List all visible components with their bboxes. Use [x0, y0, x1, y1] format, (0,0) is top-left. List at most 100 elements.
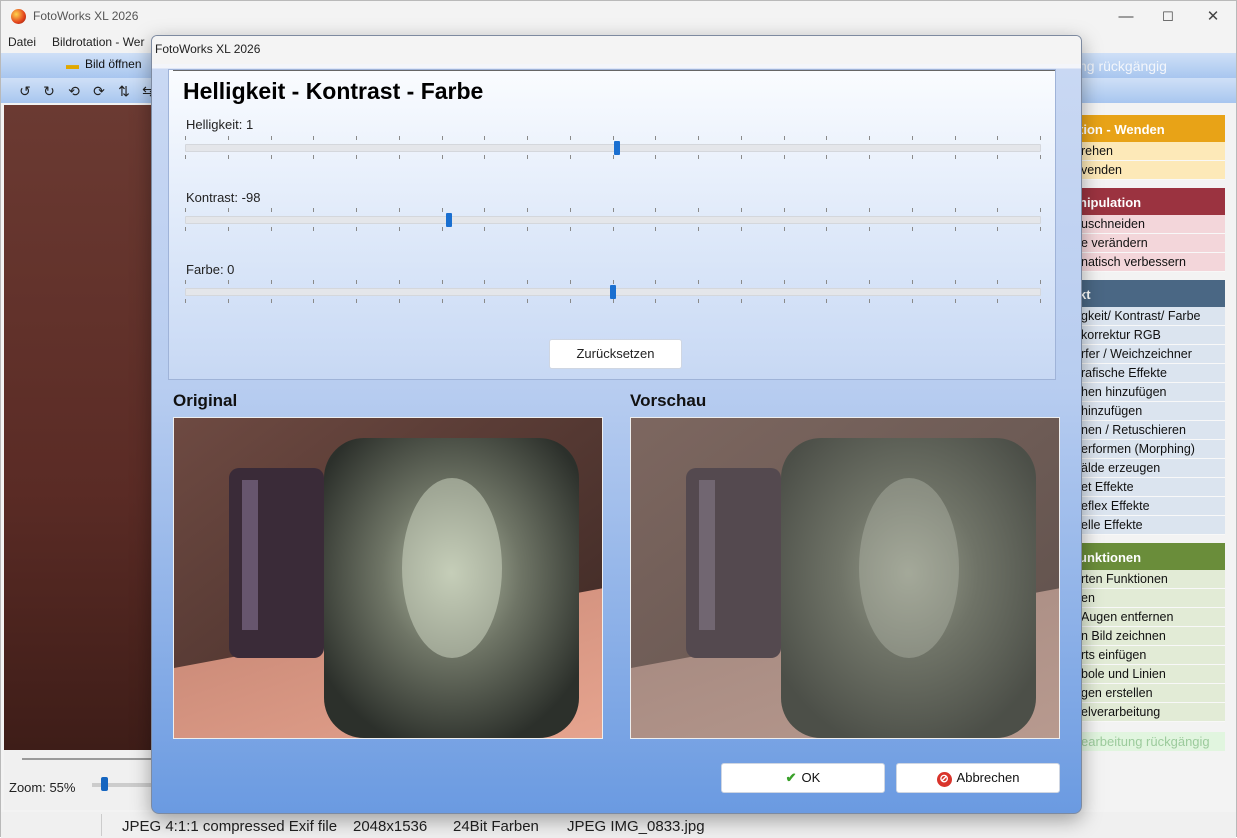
horizontal-scrollbar[interactable]: [22, 758, 154, 760]
slider-tick: [527, 227, 528, 231]
slider-tick: [442, 155, 443, 159]
sidebar-item[interactable]: rfer / Weichzeichner: [1071, 345, 1225, 364]
sidebar-item[interactable]: rafische Effekte: [1071, 364, 1225, 383]
contrast-label: Kontrast: -98: [186, 190, 261, 205]
slider-tick: [271, 136, 272, 140]
flip-icon[interactable]: ⇅: [115, 82, 133, 100]
slider-tick: [869, 280, 870, 284]
open-image-button[interactable]: Bild öffnen: [85, 57, 142, 71]
slider-tick: [442, 280, 443, 284]
sidebar-item[interactable]: en: [1071, 589, 1225, 608]
sidebar-item[interactable]: et Effekte: [1071, 478, 1225, 497]
slider-tick: [313, 280, 314, 284]
sidebar-undo-item[interactable]: earbeitung rückgängig: [1071, 732, 1225, 751]
slider-tick: [484, 136, 485, 140]
slider-tick: [741, 299, 742, 303]
slider-tick: [442, 136, 443, 140]
slider-tick: [570, 155, 571, 159]
rotate-cw-icon[interactable]: ⟳: [90, 82, 108, 100]
status-file: JPEG IMG_0833.jpg: [567, 818, 705, 835]
window-title: FotoWorks XL 2026: [33, 9, 139, 23]
rotate-right-icon[interactable]: ↻: [40, 82, 58, 100]
slider-tick: [185, 155, 186, 159]
slider-tick: [698, 155, 699, 159]
sidebar-item[interactable]: nen / Retuschieren: [1071, 421, 1225, 440]
sidebar-item[interactable]: korrektur RGB: [1071, 326, 1225, 345]
image-canvas: [4, 105, 154, 750]
sidebar-section-header[interactable]: unktionen: [1071, 543, 1225, 570]
slider-tick: [313, 299, 314, 303]
menu-datei[interactable]: Datei: [8, 35, 36, 49]
brightness-slider-thumb[interactable]: [614, 141, 620, 155]
slider-tick: [826, 208, 827, 212]
sidebar-item[interactable]: gen erstellen: [1071, 684, 1225, 703]
maximize-button[interactable]: ☐: [1146, 5, 1190, 29]
menu-bildrotation[interactable]: Bildrotation - Wer: [52, 35, 144, 49]
sidebar-item[interactable]: hen hinzufügen: [1071, 383, 1225, 402]
slider-tick: [741, 155, 742, 159]
slider-tick: [955, 227, 956, 231]
color-label: Farbe: 0: [186, 262, 235, 277]
undo-button[interactable]: ng rückgängig: [1079, 58, 1167, 74]
slider-tick: [356, 208, 357, 212]
slider-tick: [912, 227, 913, 231]
sidebar-item[interactable]: elverarbeitung: [1071, 703, 1225, 722]
slider-tick: [698, 280, 699, 284]
sidebar-item[interactable]: Augen entfernen: [1071, 608, 1225, 627]
slider-tick: [527, 299, 528, 303]
contrast-slider-thumb[interactable]: [446, 213, 452, 227]
slider-tick: [826, 155, 827, 159]
slider-tick: [271, 280, 272, 284]
sidebar-item[interactable]: rts einfügen: [1071, 646, 1225, 665]
slider-tick: [484, 208, 485, 212]
close-button[interactable]: ✕: [1191, 5, 1235, 29]
slider-tick: [313, 155, 314, 159]
dialog-title-bar: FotoWorks XL 2026: [152, 36, 1081, 64]
checkmark-icon: ✔: [785, 770, 797, 785]
slider-tick: [313, 227, 314, 231]
sidebar-item[interactable]: hinzufügen: [1071, 402, 1225, 421]
sidebar-item[interactable]: eflex Effekte: [1071, 497, 1225, 516]
sidebar-item[interactable]: gkeit/ Kontrast/ Farbe: [1071, 307, 1225, 326]
sidebar-item[interactable]: erformen (Morphing): [1071, 440, 1225, 459]
sidebar-item[interactable]: elle Effekte: [1071, 516, 1225, 535]
preview-label: Vorschau: [630, 391, 707, 410]
ok-button[interactable]: ✔ OK: [721, 763, 885, 793]
sidebar-section-header[interactable]: kt: [1071, 280, 1225, 307]
sidebar-section-header[interactable]: tion - Wenden: [1071, 115, 1225, 142]
slider-tick: [1040, 299, 1041, 303]
sidebar-item[interactable]: rten Funktionen: [1071, 570, 1225, 589]
slider-tick: [356, 136, 357, 140]
color-ticks-bottom: [185, 299, 1041, 303]
slider-tick: [442, 299, 443, 303]
slider-tick: [997, 227, 998, 231]
color-slider-thumb[interactable]: [610, 285, 616, 299]
slider-tick: [955, 299, 956, 303]
slider-tick: [784, 208, 785, 212]
status-format: JPEG 4:1:1 compressed Exif file: [122, 818, 338, 835]
sidebar-item[interactable]: rehen: [1071, 142, 1225, 161]
minimize-button[interactable]: —: [1104, 5, 1148, 29]
reset-button[interactable]: Zurücksetzen: [549, 339, 682, 369]
sidebar-item[interactable]: e verändern: [1071, 234, 1225, 253]
sidebar-item[interactable]: bole und Linien: [1071, 665, 1225, 684]
slider-tick: [185, 136, 186, 140]
rotate-left-icon[interactable]: ↺: [16, 82, 34, 100]
contrast-slider[interactable]: [185, 216, 1041, 224]
sidebar-item[interactable]: natisch verbessern: [1071, 253, 1225, 272]
slider-tick: [613, 155, 614, 159]
slider-tick: [613, 227, 614, 231]
zoom-slider-thumb[interactable]: [101, 777, 108, 791]
sidebar-item[interactable]: uschneiden: [1071, 215, 1225, 234]
contrast-ticks-bottom: [185, 227, 1041, 231]
sidebar-item[interactable]: älde erzeugen: [1071, 459, 1225, 478]
sidebar-item[interactable]: venden: [1071, 161, 1225, 180]
slider-tick: [185, 208, 186, 212]
slider-tick: [784, 155, 785, 159]
cancel-button[interactable]: ⊘ Abbrechen: [896, 763, 1060, 793]
title-bar: FotoWorks XL 2026 — ☐ ✕: [1, 1, 1236, 33]
sidebar-section-header[interactable]: nipulation: [1071, 188, 1225, 215]
brightness-slider[interactable]: [185, 144, 1041, 152]
rotate-ccw-icon[interactable]: ⟲: [65, 82, 83, 100]
sidebar-item[interactable]: n Bild zeichnen: [1071, 627, 1225, 646]
